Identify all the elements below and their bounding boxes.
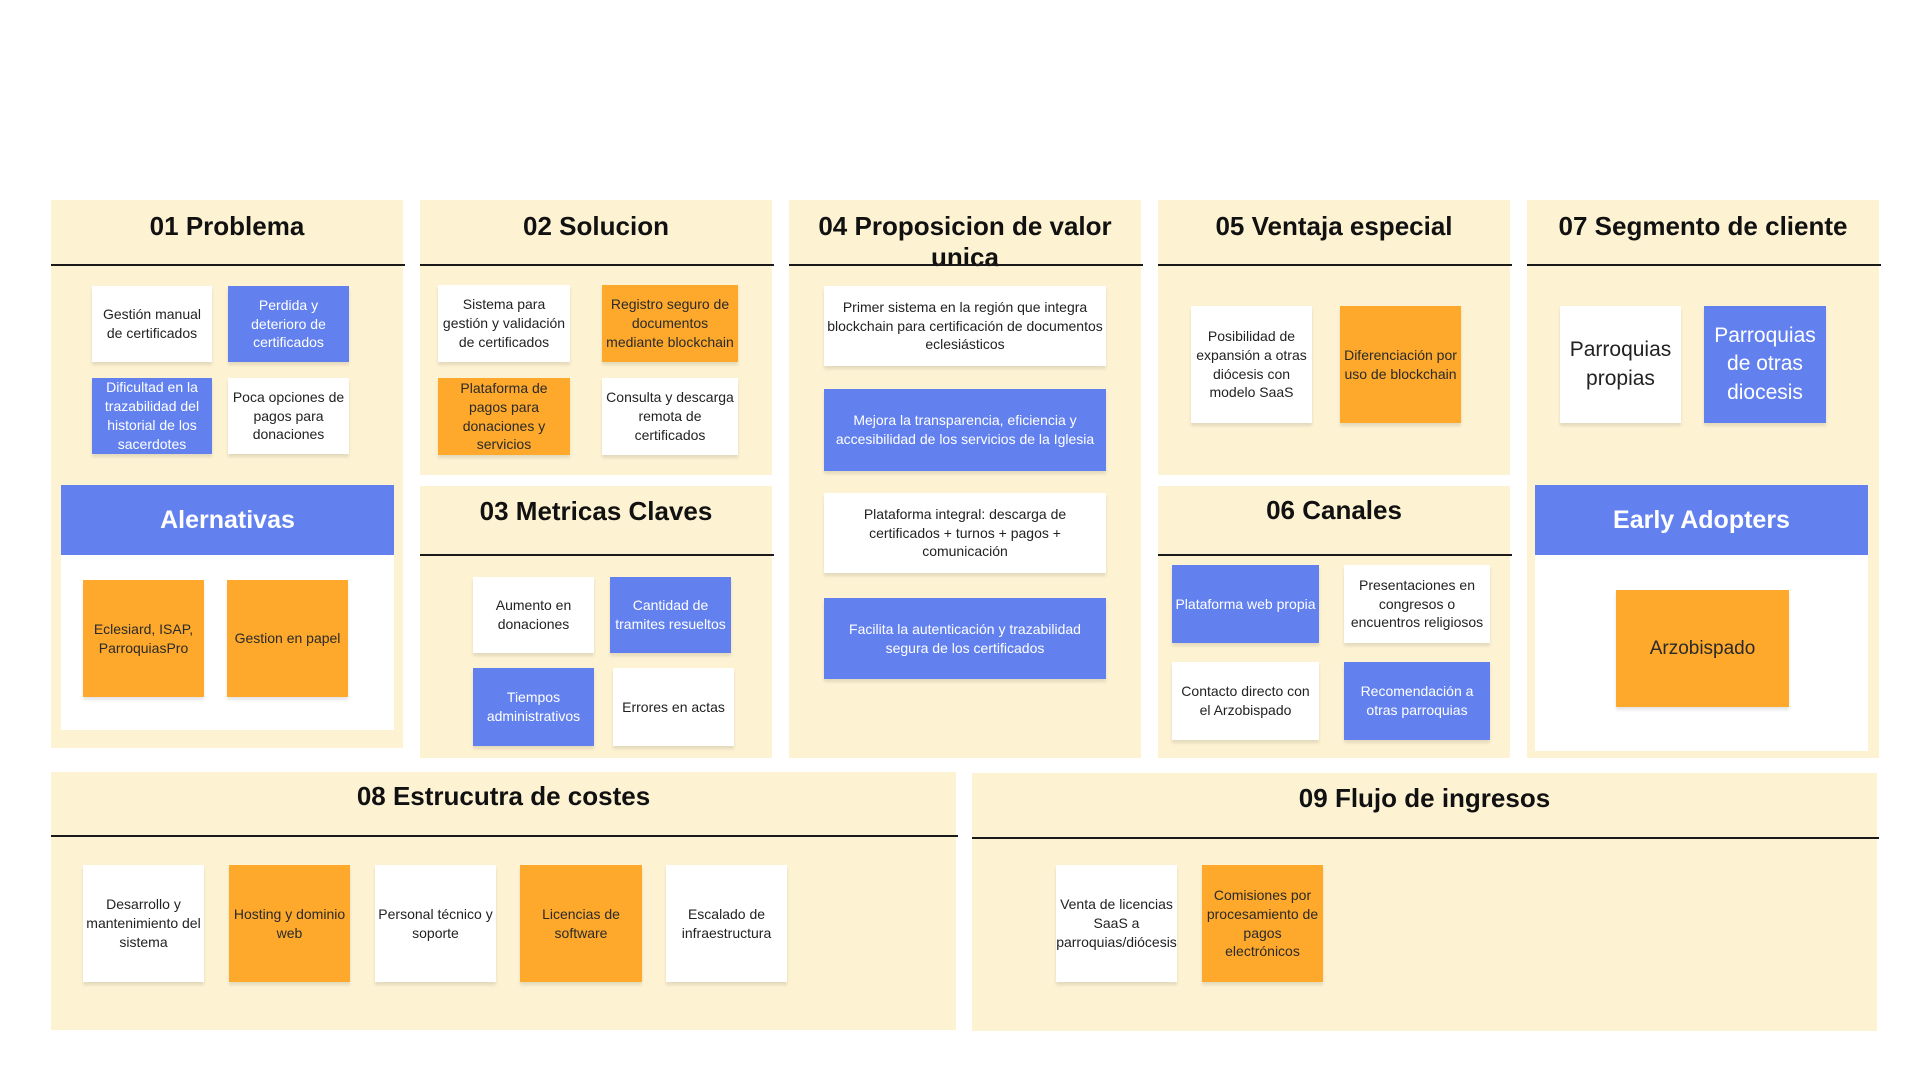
ventaja-title: 05 Ventaja especial — [1215, 211, 1453, 241]
ventaja-note[interactable]: Posibilidad de expansión a otras diócesi… — [1191, 306, 1312, 423]
ingresos-divider — [972, 837, 1879, 839]
costes-title: 08 Estrucutra de costes — [356, 781, 651, 811]
metricas-divider — [420, 554, 774, 556]
metricas-note[interactable]: Cantidad de tramites resueltos — [610, 577, 731, 653]
early-adopter-note[interactable]: Arzobispado — [1616, 590, 1789, 707]
metricas-title: 03 Metricas Claves — [479, 496, 713, 526]
segmento-panel: 07 Segmento de cliente Parroquias propia… — [1527, 200, 1881, 758]
solucion-note[interactable]: Consulta y descarga remota de certificad… — [602, 378, 738, 455]
early-adopters-area: Arzobispado — [1535, 555, 1868, 751]
ingresos-note[interactable]: Venta de licencias SaaS a parroquias/dió… — [1056, 865, 1177, 982]
costes-divider — [51, 835, 958, 837]
ingresos-note[interactable]: Comisiones por procesamiento de pagos el… — [1202, 865, 1323, 982]
alternativas-banner: Alernativas — [61, 485, 394, 555]
segmento-divider — [1527, 264, 1881, 266]
metricas-note[interactable]: Tiempos administrativos — [473, 668, 594, 746]
costes-note[interactable]: Escalado de infraestructura — [666, 865, 787, 982]
costes-note[interactable]: Licencias de software — [520, 865, 642, 982]
costes-note[interactable]: Personal técnico y soporte — [375, 865, 496, 982]
propuesta-divider — [789, 264, 1143, 266]
canales-note[interactable]: Plataforma web propia — [1172, 565, 1319, 643]
solucion-note[interactable]: Sistema para gestión y validación de cer… — [438, 285, 570, 362]
problema-title: 01 Problema — [149, 211, 305, 241]
canales-divider — [1158, 554, 1512, 556]
alternativas-area: Eclesiard, ISAP, ParroquiasPro Gestion e… — [61, 555, 394, 730]
metricas-panel: 03 Metricas Claves Aumento en donaciones… — [420, 486, 774, 758]
canales-note[interactable]: Presentaciones en congresos o encuentros… — [1344, 565, 1490, 643]
canales-note[interactable]: Contacto directo con el Arzobispado — [1172, 662, 1319, 740]
ventaja-note[interactable]: Diferenciación por uso de blockchain — [1340, 306, 1461, 423]
ingresos-title: 09 Flujo de ingresos — [1298, 783, 1551, 813]
problema-note[interactable]: Poca opciones de pagos para donaciones — [228, 378, 349, 454]
lean-canvas-board: 01 Problema Gestión manual de certificad… — [0, 0, 1920, 1080]
ventaja-panel: 05 Ventaja especial Posibilidad de expan… — [1158, 200, 1512, 475]
segmento-note[interactable]: Parroquias propias — [1560, 306, 1681, 423]
costes-note[interactable]: Desarrollo y mantenimiento del sistema — [83, 865, 204, 982]
solucion-divider — [420, 264, 774, 266]
ventaja-divider — [1158, 264, 1512, 266]
canales-note[interactable]: Recomendación a otras parroquias — [1344, 662, 1490, 740]
solucion-panel: 02 Solucion Sistema para gestión y valid… — [420, 200, 774, 475]
early-adopters-banner: Early Adopters — [1535, 485, 1868, 555]
problema-panel: 01 Problema Gestión manual de certificad… — [51, 200, 405, 748]
problema-note[interactable]: Gestión manual de certificados — [92, 286, 212, 362]
segmento-note[interactable]: Parroquias de otras diocesis — [1704, 306, 1826, 423]
alternativa-note[interactable]: Gestion en papel — [227, 580, 348, 697]
canales-panel: 06 Canales Plataforma web propia Present… — [1158, 486, 1512, 758]
canales-title: 06 Canales — [1266, 495, 1402, 525]
propuesta-note[interactable]: Mejora la transparencia, eficiencia y ac… — [824, 389, 1106, 471]
costes-note[interactable]: Hosting y dominio web — [229, 865, 350, 982]
propuesta-note[interactable]: Plataforma integral: descarga de certifi… — [824, 493, 1106, 573]
propuesta-note[interactable]: Facilita la autenticación y trazabilidad… — [824, 598, 1106, 679]
metricas-note[interactable]: Aumento en donaciones — [473, 577, 594, 653]
ingresos-panel: 09 Flujo de ingresos Venta de licencias … — [972, 773, 1879, 1031]
problema-note[interactable]: Dificultad en la trazabilidad del histor… — [92, 378, 212, 454]
costes-panel: 08 Estrucutra de costes Desarrollo y man… — [51, 772, 958, 1030]
metricas-note[interactable]: Errores en actas — [613, 668, 734, 746]
propuesta-panel: 04 Proposicion de valor unica Primer sis… — [789, 200, 1143, 758]
problema-note[interactable]: Perdida y deterioro de certificados — [228, 286, 349, 362]
solucion-note[interactable]: Registro seguro de documentos mediante b… — [602, 285, 738, 362]
solucion-note[interactable]: Plataforma de pagos para donaciones y se… — [438, 378, 570, 455]
alternativa-note[interactable]: Eclesiard, ISAP, ParroquiasPro — [83, 580, 204, 697]
solucion-title: 02 Solucion — [523, 211, 669, 241]
problema-divider — [51, 264, 405, 266]
segmento-title: 07 Segmento de cliente — [1558, 211, 1848, 241]
propuesta-note[interactable]: Primer sistema en la región que integra … — [824, 286, 1106, 366]
